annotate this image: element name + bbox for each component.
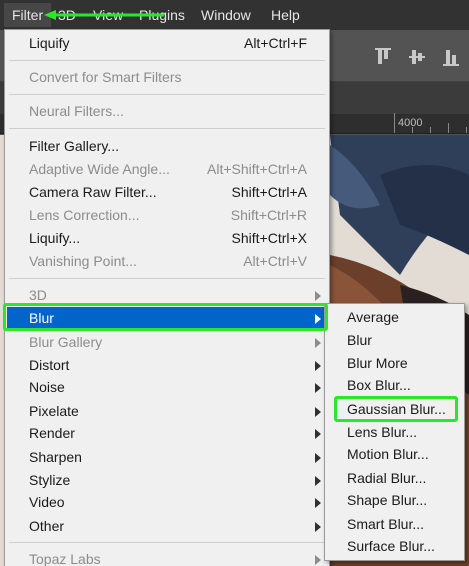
menu-item-neural-filters[interactable]: Neural Filters... (7, 100, 327, 123)
menu-item-label: Liquify... (29, 230, 81, 246)
submenu-arrow-icon (315, 498, 321, 508)
submenu-item-blur-more[interactable]: Blur More (327, 352, 462, 375)
menu-item-blur[interactable]: Blur (7, 307, 327, 330)
menu-item-label: Distort (29, 357, 70, 373)
menu-separator (9, 94, 325, 95)
menu-separator (9, 128, 325, 129)
menu-item-topaz-labs[interactable]: Topaz Labs (7, 548, 327, 566)
ruler-tick (394, 113, 395, 133)
menu-item-label: Topaz Labs (29, 551, 101, 566)
menu-item-sharpen[interactable]: Sharpen (7, 446, 327, 469)
submenu-item-lens-blur[interactable]: Lens Blur... (327, 421, 462, 444)
menu-item-label: Noise (29, 379, 65, 395)
menu-item-filter-gallery[interactable]: Filter Gallery... (7, 135, 327, 158)
menu-item-camera-raw-filter[interactable]: Camera Raw Filter... Shift+Ctrl+A (7, 181, 327, 204)
submenu-arrow-icon (315, 522, 321, 532)
ruler-tick (430, 127, 431, 133)
menu-item-label: Liquify (29, 35, 70, 51)
menu-item-shortcut: Alt+Ctrl+V (243, 253, 307, 269)
submenu-item-box-blur[interactable]: Box Blur... (327, 374, 462, 397)
menu-item-label: Pixelate (29, 403, 79, 419)
submenu-item-radial-blur[interactable]: Radial Blur... (327, 467, 462, 490)
menu-item-shortcut: Alt+Ctrl+F (243, 35, 307, 51)
menu-item-label: Stylize (29, 472, 71, 488)
menu-item-render[interactable]: Render (7, 422, 327, 445)
menu-item-label: Convert for Smart Filters (29, 69, 182, 85)
submenu-arrow-icon (315, 291, 321, 301)
menu-item-shortcut: Shift+Ctrl+X (231, 230, 307, 246)
submenu-arrow-icon (315, 453, 321, 463)
menu-item-label: Lens Correction... (29, 207, 140, 223)
submenu-item-blur[interactable]: Blur (327, 329, 462, 352)
menu-item-distort[interactable]: Distort (7, 354, 327, 377)
submenu-item-shape-blur[interactable]: Shape Blur... (327, 489, 462, 512)
menu-item-label: Vanishing Point... (29, 253, 137, 269)
menu-item-label: Other (29, 518, 65, 534)
submenu-arrow-icon (315, 383, 321, 393)
menu-item-convert-smart-filters[interactable]: Convert for Smart Filters (7, 66, 327, 89)
menu-item-stylize[interactable]: Stylize (7, 469, 327, 492)
align-top-icon[interactable] (374, 47, 392, 67)
annotation-arrow-icon (44, 10, 164, 20)
menu-item-adaptive-wide-angle[interactable]: Adaptive Wide Angle... Alt+Shift+Ctrl+A (7, 158, 327, 181)
menu-item-liquify-last[interactable]: Liquify Alt+Ctrl+F (7, 32, 327, 55)
menu-item-label: Video (29, 494, 65, 510)
menu-window[interactable]: Window (201, 5, 251, 25)
submenu-arrow-icon (315, 555, 321, 565)
menu-separator (9, 278, 325, 279)
menu-item-label: Adaptive Wide Angle... (29, 161, 170, 177)
menu-item-shortcut: Alt+Shift+Ctrl+A (207, 161, 307, 177)
menu-item-label: 3D (29, 287, 47, 303)
submenu-arrow-icon (315, 407, 321, 417)
menu-item-video[interactable]: Video (7, 491, 327, 514)
align-vertical-center-icon[interactable] (408, 47, 426, 67)
menu-item-noise[interactable]: Noise (7, 376, 327, 399)
submenu-item-surface-blur[interactable]: Surface Blur... (327, 535, 462, 558)
menu-item-label: Neural Filters... (29, 103, 124, 119)
menu-separator (9, 542, 325, 543)
menu-item-blur-gallery[interactable]: Blur Gallery (7, 331, 327, 354)
ruler-tick (466, 127, 467, 133)
submenu-item-motion-blur[interactable]: Motion Blur... (327, 443, 462, 466)
menu-item-lens-correction[interactable]: Lens Correction... Shift+Ctrl+R (7, 204, 327, 227)
submenu-arrow-icon (315, 429, 321, 439)
menu-item-other[interactable]: Other (7, 515, 327, 538)
submenu-arrow-icon (315, 476, 321, 486)
ruler-label: 4000 (398, 117, 423, 129)
menu-item-label: Sharpen (29, 449, 82, 465)
submenu-arrow-icon (315, 338, 321, 348)
menu-item-vanishing-point[interactable]: Vanishing Point... Alt+Ctrl+V (7, 250, 327, 273)
blur-submenu: Average Blur Blur More Box Blur... Gauss… (324, 303, 465, 561)
menu-separator (9, 60, 325, 61)
submenu-item-average[interactable]: Average (327, 306, 462, 329)
ruler-tick (448, 123, 449, 133)
filter-menu: Liquify Alt+Ctrl+F Convert for Smart Fil… (4, 29, 330, 566)
menu-help[interactable]: Help (271, 5, 300, 25)
menu-item-label: Filter Gallery... (29, 138, 119, 154)
menu-item-label: Camera Raw Filter... (29, 184, 157, 200)
menu-item-shortcut: Shift+Ctrl+A (231, 184, 307, 200)
submenu-arrow-icon (315, 361, 321, 371)
align-bottom-icon[interactable] (442, 47, 460, 67)
menu-item-3d[interactable]: 3D (7, 284, 327, 307)
menu-item-label: Render (29, 425, 75, 441)
menu-item-pixelate[interactable]: Pixelate (7, 400, 327, 423)
menu-item-shortcut: Shift+Ctrl+R (230, 207, 307, 223)
submenu-item-gaussian-blur[interactable]: Gaussian Blur... (327, 398, 462, 421)
submenu-item-smart-blur[interactable]: Smart Blur... (327, 513, 462, 536)
menu-item-label: Blur (29, 310, 54, 326)
submenu-arrow-icon (315, 314, 321, 324)
menu-item-label: Blur Gallery (29, 334, 103, 350)
menu-item-liquify[interactable]: Liquify... Shift+Ctrl+X (7, 227, 327, 250)
